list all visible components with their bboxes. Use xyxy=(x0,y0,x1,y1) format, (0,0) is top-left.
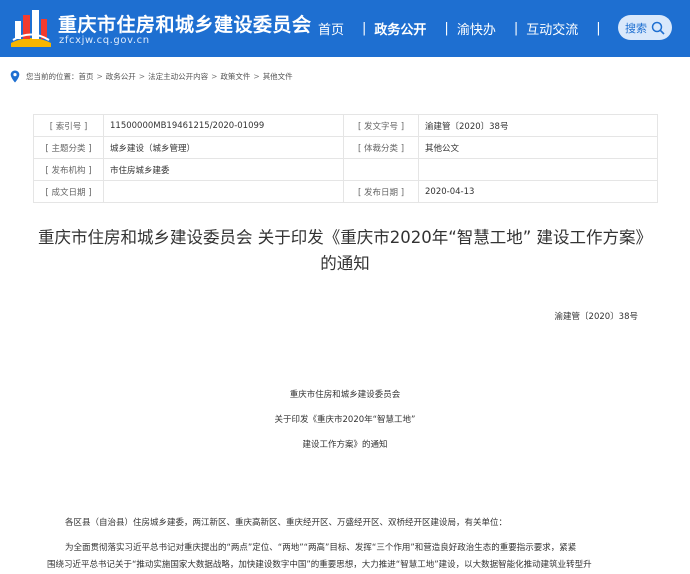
nav-item-yukuaiban[interactable]: 渝快办 xyxy=(457,19,496,38)
table-row: [ 主题分类 ] 城乡建设（城乡管理） [ 体裁分类 ] 其他公文 xyxy=(33,136,658,159)
nav-item-government-affairs[interactable]: 政务公开 xyxy=(374,19,426,38)
document-header-line: 关于印发《重庆市2020年“智慧工地” xyxy=(274,415,416,425)
issuing-agency-value: 市住房城乡建委 xyxy=(103,158,344,181)
breadcrumb-prefix: 您当前的位置： xyxy=(26,71,79,81)
body-paragraph: 围绕习近平总书记关于“推动实施国家大数据战略，加快建设数字中国”的重要思想，大力… xyxy=(47,560,592,570)
table-row: [ 索引号 ] 11500000MB19461215/2020-01099 [ … xyxy=(33,114,658,137)
document-header-line: 重庆市住房和城乡建设委员会 xyxy=(289,390,401,400)
breadcrumb-item-government-affairs[interactable]: 政务公开 xyxy=(106,71,136,82)
breadcrumb-separator: > xyxy=(253,71,260,81)
logo-icon[interactable] xyxy=(9,7,53,47)
breadcrumb-separator: > xyxy=(96,71,103,81)
publish-date-label: [ 发布日期 ] xyxy=(343,180,419,203)
document-title: 重庆市住房和城乡建设委员会 关于印发《重庆市2020年“智慧工地” 建设工作方案… xyxy=(20,225,670,277)
written-date-value xyxy=(103,180,344,203)
breadcrumb-item-other-documents[interactable]: 其他文件 xyxy=(263,71,293,82)
document-title-line: 重庆市住房和城乡建设委员会 关于印发《重庆市2020年“智慧工地” 建设工作方案… xyxy=(37,228,653,247)
genre-category-value: 其他公文 xyxy=(418,136,658,159)
nav-separator: | xyxy=(444,20,449,36)
document-number-label: [ 发文字号 ] xyxy=(343,114,419,137)
document-number: 渝建管〔2020〕38号 xyxy=(554,312,638,322)
body-paragraph: 各区县（自治县）住房城乡建委，两江新区、重庆高新区、重庆经开区、万盛经开区、双桥… xyxy=(65,518,508,528)
document-info-table: [ 索引号 ] 11500000MB19461215/2020-01099 [ … xyxy=(33,114,658,203)
breadcrumb-item-home[interactable]: 首页 xyxy=(79,71,94,82)
search-button[interactable]: 搜索 xyxy=(618,15,672,40)
index-number-label: [ 索引号 ] xyxy=(33,114,104,137)
nav-separator: | xyxy=(596,20,601,36)
breadcrumb: 您当前的位置： 首页 > 政务公开 > 法定主动公开内容 > 政策文件 > 其他… xyxy=(10,69,293,83)
site-domain: zfcxjw.cq.gov.cn xyxy=(59,35,150,46)
site-header: 重庆市住房和城乡建设委员会 zfcxjw.cq.gov.cn 首页 | 政务公开… xyxy=(0,0,690,57)
document-number-value: 渝建管〔2020〕38号 xyxy=(418,114,658,137)
location-pin-icon xyxy=(10,70,20,82)
topic-category-value: 城乡建设（城乡管理） xyxy=(103,136,344,159)
written-date-label: [ 成文日期 ] xyxy=(33,180,104,203)
breadcrumb-item-policy-documents[interactable]: 政策文件 xyxy=(220,71,250,82)
nav-item-home[interactable]: 首页 xyxy=(318,19,344,38)
empty-cell xyxy=(418,158,658,181)
index-number-value: 11500000MB19461215/2020-01099 xyxy=(103,114,344,137)
issuing-agency-label: [ 发布机构 ] xyxy=(33,158,104,181)
genre-category-label: [ 体裁分类 ] xyxy=(343,136,419,159)
body-paragraph: 为全面贯彻落实习近平总书记对重庆提出的“两点”定位、“两地”“两高”目标、发挥“… xyxy=(65,543,577,553)
document-header-line: 建设工作方案》的通知 xyxy=(302,440,388,450)
breadcrumb-separator: > xyxy=(138,71,146,81)
breadcrumb-separator: > xyxy=(211,71,218,81)
breadcrumb-item-statutory-disclosure[interactable]: 法定主动公开内容 xyxy=(148,71,208,82)
document-title-line: 的通知 xyxy=(320,254,370,273)
table-row: [ 成文日期 ] [ 发布日期 ] 2020-04-13 xyxy=(33,180,658,203)
publish-date-value: 2020-04-13 xyxy=(418,180,658,203)
nav-item-interaction[interactable]: 互动交流 xyxy=(526,19,578,38)
nav-separator: | xyxy=(513,20,519,36)
search-label: 搜索 xyxy=(625,21,647,35)
main-nav: 首页 | 政务公开 | 渝快办 | 互动交流 | xyxy=(318,18,609,38)
search-icon xyxy=(651,21,665,35)
empty-cell xyxy=(343,158,419,181)
topic-category-label: [ 主题分类 ] xyxy=(33,136,104,159)
nav-separator: | xyxy=(362,20,367,36)
site-name[interactable]: 重庆市住房和城乡建设委员会 xyxy=(58,10,312,37)
table-row: [ 发布机构 ] 市住房城乡建委 xyxy=(33,158,658,181)
